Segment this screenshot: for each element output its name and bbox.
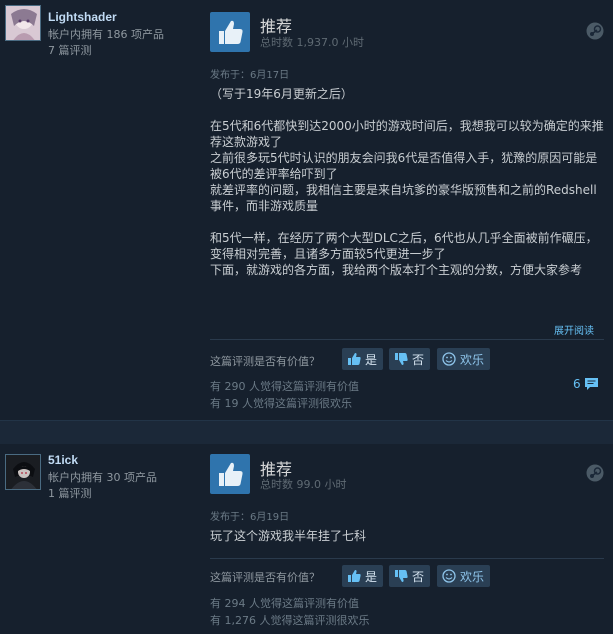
- review-paragraph: 在5代和6代都快到达2000小时的游戏时间后，我想我可以较为确定的来推荐这款游戏…: [210, 119, 604, 149]
- hours-played: 总时数 1,937.0 小时: [260, 36, 364, 49]
- vote-funny-label: 欢乐: [460, 352, 485, 367]
- steam-logo-icon: [586, 464, 604, 482]
- review-paragraph: 之前很多玩5代时认识的朋友会问我6代是否值得入手，犹豫的原因可能是被6代的差评率…: [210, 151, 598, 181]
- helpful-count: 有 290 人觉得这篇评测有价值: [210, 380, 359, 393]
- smiley-icon: [442, 352, 456, 366]
- hours-played: 总时数 99.0 小时: [260, 478, 347, 491]
- posted-date: 发布于：6月19日: [210, 512, 290, 523]
- avatar[interactable]: [5, 454, 41, 490]
- text-fade: [210, 286, 604, 310]
- comment-count: 6: [573, 377, 581, 391]
- vote-no-button[interactable]: 否: [389, 348, 431, 370]
- helpful-count: 有 294 人觉得这篇评测有价值: [210, 597, 359, 610]
- vote-no-label: 否: [412, 352, 425, 367]
- review-paragraph: 下面，就游戏的各方面，我给两个版本打个主观的分数，方便大家参考: [210, 263, 583, 277]
- thumbs-down-icon: [395, 353, 408, 365]
- thumbs-up-icon: [348, 353, 361, 365]
- read-more-link[interactable]: 展开阅读: [554, 322, 594, 337]
- vote-yes-button[interactable]: 是: [342, 348, 384, 370]
- thumbs-up-icon: [348, 570, 361, 582]
- user-review-count[interactable]: 1 篇评测: [48, 486, 92, 502]
- thumbs-up-icon: [210, 454, 250, 494]
- funny-count: 有 19 人觉得这篇评测很欢乐: [210, 397, 352, 410]
- review-body: 玩了这个游戏我半年挂了七科: [210, 528, 604, 544]
- comment-icon: [584, 378, 598, 390]
- posted-date: 发布于：6月17日: [210, 70, 290, 81]
- helpful-stats: 有 294 人觉得这篇评测有价值 有 1,276 人觉得这篇评测很欢乐: [210, 595, 369, 629]
- funny-count: 有 1,276 人觉得这篇评测很欢乐: [210, 614, 370, 627]
- username[interactable]: 51ick: [48, 453, 78, 467]
- vote-funny-button[interactable]: 欢乐: [437, 565, 491, 587]
- thumbs-down-icon: [395, 570, 408, 582]
- review-paragraph: 和5代一样，在经历了两个大型DLC之后，6代也从几乎全面被前作碾压，变得相对完善…: [210, 231, 598, 261]
- avatar[interactable]: [5, 5, 41, 41]
- vote-yes-label: 是: [365, 352, 378, 367]
- vote-no-label: 否: [412, 569, 425, 584]
- divider: [210, 558, 604, 559]
- review-paragraph: （写于19年6月更新之后）: [210, 87, 353, 101]
- vote-yes-label: 是: [365, 569, 378, 584]
- helpful-question: 这篇评测是否有价值？: [210, 571, 320, 584]
- vote-funny-button[interactable]: 欢乐: [437, 348, 491, 370]
- comment-count-button[interactable]: 6: [573, 377, 599, 391]
- user-products[interactable]: 帐户内拥有 30 项产品: [48, 470, 157, 486]
- username[interactable]: Lightshader: [48, 10, 117, 24]
- review-paragraph: 就差评率的问题，我相信主要是来自坑爹的豪华版预售和之前的Redshell事件，而…: [210, 183, 597, 213]
- steam-logo-icon: [586, 22, 604, 40]
- user-review-count[interactable]: 7 篇评测: [48, 43, 92, 59]
- review-card: 51ick 帐户内拥有 30 项产品 1 篇评测 推荐 总时数 99.0 小时 …: [0, 444, 613, 634]
- smiley-icon: [442, 569, 456, 583]
- thumbs-up-icon: [210, 12, 250, 52]
- review-body: （写于19年6月更新之后） 在5代和6代都快到达2000小时的游戏时间后，我想我…: [210, 86, 604, 278]
- divider: [210, 339, 604, 340]
- vote-yes-button[interactable]: 是: [342, 565, 384, 587]
- vote-no-button[interactable]: 否: [389, 565, 431, 587]
- review-paragraph: 玩了这个游戏我半年挂了七科: [210, 529, 367, 543]
- user-products[interactable]: 帐户内拥有 186 项产品: [48, 27, 164, 43]
- helpful-question: 这篇评测是否有价值？: [210, 355, 320, 368]
- review-card: Lightshader 帐户内拥有 186 项产品 7 篇评测 推荐 总时数 1…: [0, 0, 613, 420]
- helpful-stats: 有 290 人觉得这篇评测有价值 有 19 人觉得这篇评测很欢乐: [210, 378, 359, 412]
- vote-funny-label: 欢乐: [460, 569, 485, 584]
- review-divider: [0, 420, 613, 444]
